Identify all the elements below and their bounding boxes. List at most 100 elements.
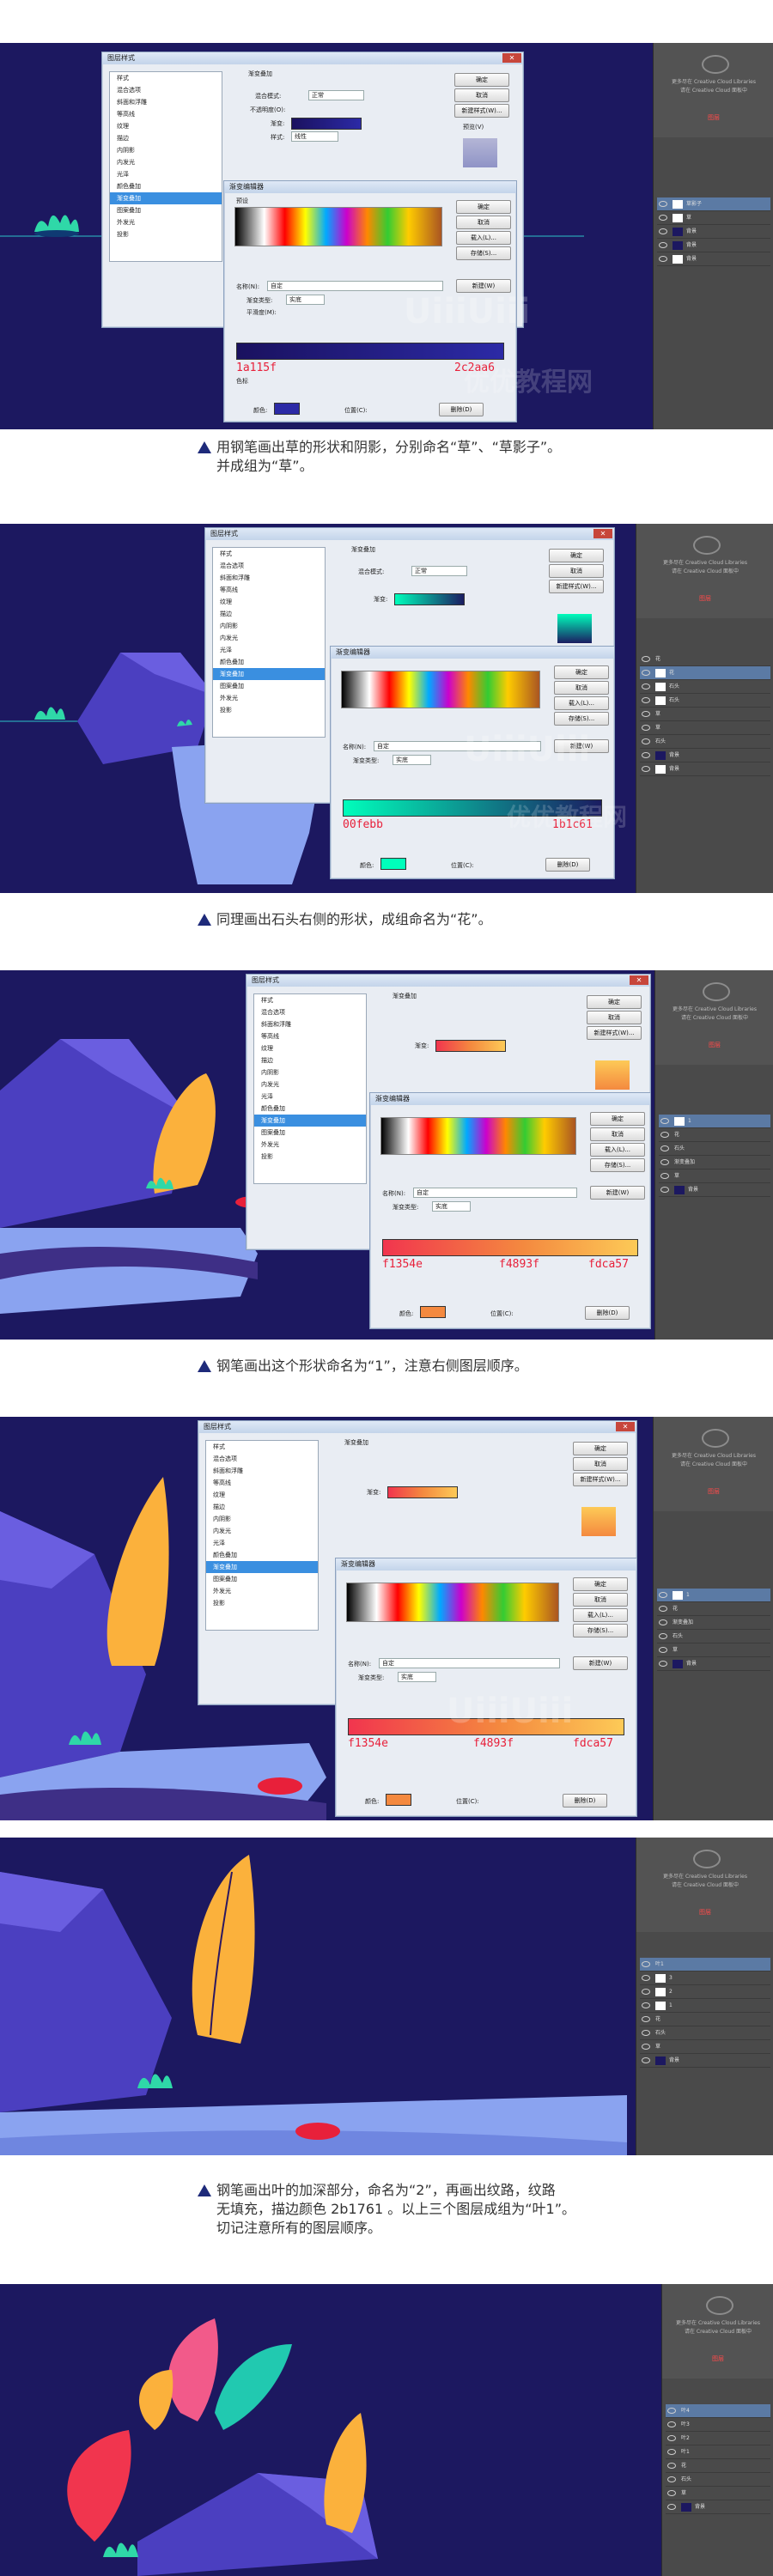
style-item[interactable]: 描边 (213, 608, 325, 620)
grad-cancel-button[interactable]: 取消 (573, 1593, 628, 1607)
style-item[interactable]: 描边 (254, 1054, 366, 1066)
eye-icon[interactable] (642, 766, 650, 772)
layer-row[interactable]: 背景 (640, 2054, 770, 2068)
style-item[interactable]: 混合选项 (206, 1453, 318, 1465)
layer-row[interactable]: 叶1 (640, 1958, 770, 1971)
layer-row[interactable]: 草影子 (657, 197, 770, 211)
eye-icon[interactable] (659, 1661, 667, 1667)
layer-row[interactable]: 叶4 (666, 2404, 770, 2418)
style-item[interactable]: 颜色叠加 (110, 180, 222, 192)
gradient-preview[interactable] (394, 593, 465, 605)
layer-row[interactable]: 背景 (640, 749, 770, 762)
eye-icon[interactable] (667, 2490, 676, 2496)
style-item[interactable]: 纹理 (206, 1489, 318, 1501)
layer-row[interactable]: 叶2 (666, 2432, 770, 2445)
style-select[interactable]: 线性 (291, 131, 338, 142)
eye-icon[interactable] (667, 2435, 676, 2441)
new-button[interactable]: 新建(W) (573, 1656, 628, 1670)
style-item[interactable]: 颜色叠加 (206, 1549, 318, 1561)
eye-icon[interactable] (667, 2476, 676, 2482)
style-item[interactable]: 样式 (254, 994, 366, 1006)
layer-row[interactable]: 花 (657, 1602, 770, 1616)
style-item[interactable]: 等高线 (254, 1030, 366, 1042)
style-item[interactable]: 投影 (206, 1597, 318, 1609)
layer-row[interactable]: 草 (640, 708, 770, 721)
cancel-button[interactable]: 取消 (549, 564, 604, 578)
color-swatch[interactable] (380, 858, 406, 870)
style-item[interactable]: 图案叠加 (254, 1127, 366, 1139)
layers-tab-label[interactable]: 图层 (654, 113, 773, 122)
eye-icon[interactable] (659, 1592, 667, 1598)
style-item[interactable]: 混合选项 (254, 1006, 366, 1018)
style-item[interactable]: 外发光 (254, 1139, 366, 1151)
eye-icon[interactable] (667, 2504, 676, 2510)
layer-row[interactable]: 背景 (640, 762, 770, 776)
load-button[interactable]: 载入(L)... (590, 1143, 645, 1157)
style-item[interactable]: 内发光 (254, 1078, 366, 1091)
eye-icon[interactable] (642, 2030, 650, 2036)
style-item[interactable]: 内阴影 (254, 1066, 366, 1078)
gradient-bar[interactable] (382, 1239, 638, 1256)
style-item[interactable]: 投影 (110, 228, 222, 240)
style-item[interactable]: 投影 (213, 704, 325, 716)
style-item[interactable]: 内阴影 (110, 144, 222, 156)
grad-cancel-button[interactable]: 取消 (554, 681, 609, 695)
layer-row[interactable]: 石头 (666, 2473, 770, 2487)
layer-row[interactable]: 3 (640, 1971, 770, 1985)
presets-grid[interactable] (234, 207, 442, 246)
eye-icon[interactable] (659, 1619, 667, 1625)
gradient-type-select[interactable]: 实底 (393, 755, 431, 765)
delete-button[interactable]: 删除(D) (439, 403, 484, 416)
style-item[interactable]: 图案叠加 (213, 680, 325, 692)
new-style-button[interactable]: 新建样式(W)... (587, 1026, 642, 1040)
delete-button[interactable]: 删除(D) (545, 858, 590, 872)
style-item[interactable]: 混合选项 (110, 84, 222, 96)
style-item[interactable]: 等高线 (110, 108, 222, 120)
style-item[interactable]: 光泽 (110, 168, 222, 180)
eye-icon[interactable] (660, 1187, 669, 1193)
save-button[interactable]: 存储(S)... (456, 246, 511, 260)
eye-icon[interactable] (667, 2463, 676, 2469)
cancel-button[interactable]: 取消 (454, 88, 509, 102)
layer-row[interactable]: 石头 (640, 680, 770, 694)
style-item-selected[interactable]: 渐变叠加 (206, 1561, 318, 1573)
eye-icon[interactable] (642, 752, 650, 758)
style-item[interactable]: 外发光 (110, 216, 222, 228)
color-swatch[interactable] (274, 403, 300, 415)
layer-row[interactable]: 背景 (666, 2500, 770, 2514)
layers-tab-label[interactable]: 图层 (636, 594, 773, 603)
style-item[interactable]: 纹理 (213, 596, 325, 608)
grad-ok-button[interactable]: 确定 (573, 1577, 628, 1591)
blend-mode-select[interactable]: 正常 (308, 90, 364, 100)
eye-icon[interactable] (659, 242, 667, 248)
eye-icon[interactable] (659, 201, 667, 207)
new-button[interactable]: 新建(W) (456, 279, 511, 293)
eye-icon[interactable] (660, 1159, 669, 1165)
layer-row[interactable]: 草 (657, 211, 770, 225)
presets-grid[interactable] (346, 1583, 559, 1622)
new-style-button[interactable]: 新建样式(W)... (549, 580, 604, 593)
new-style-button[interactable]: 新建样式(W)... (573, 1473, 628, 1486)
layer-row[interactable]: 花 (640, 2013, 770, 2026)
load-button[interactable]: 载入(L)... (554, 696, 609, 710)
layer-row[interactable]: 渐变叠加 (657, 1616, 770, 1630)
style-item[interactable]: 内发光 (110, 156, 222, 168)
layer-row[interactable]: 花 (640, 653, 770, 666)
name-input[interactable]: 自定 (267, 281, 443, 291)
style-item[interactable]: 斜面和浮雕 (254, 1018, 366, 1030)
color-swatch[interactable] (386, 1794, 411, 1806)
style-item-selected[interactable]: 渐变叠加 (213, 668, 325, 680)
style-item[interactable]: 混合选项 (213, 560, 325, 572)
layer-row[interactable]: 叶1 (666, 2445, 770, 2459)
grad-cancel-button[interactable]: 取消 (590, 1127, 645, 1141)
style-item[interactable]: 颜色叠加 (213, 656, 325, 668)
layer-row[interactable]: 背景 (659, 1183, 770, 1197)
style-item-selected[interactable]: 渐变叠加 (110, 192, 222, 204)
grad-ok-button[interactable]: 确定 (554, 665, 609, 679)
eye-icon[interactable] (660, 1118, 669, 1124)
presets-grid[interactable] (380, 1117, 576, 1155)
eye-icon[interactable] (660, 1145, 669, 1151)
ok-button[interactable]: 确定 (587, 995, 642, 1009)
close-icon[interactable]: ✕ (630, 975, 648, 985)
layer-row[interactable]: 渐变叠加 (659, 1156, 770, 1170)
